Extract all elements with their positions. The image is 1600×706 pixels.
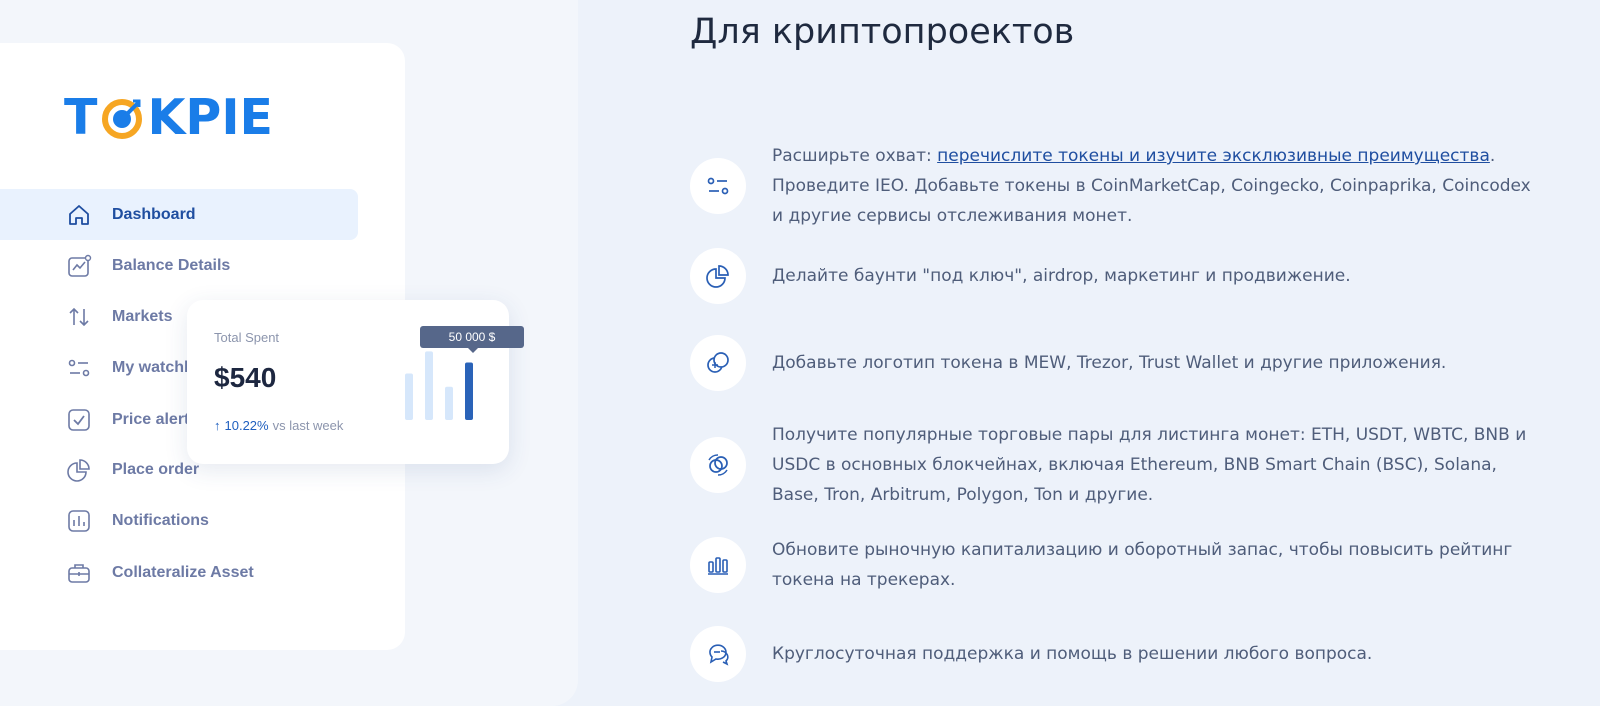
tokpie-logo[interactable]: T KPIE xyxy=(64,93,273,142)
logo-letters-kpie: KPIE xyxy=(147,89,274,146)
dashboard-mockup: T KPIE Dashboard Balance Details Markets xyxy=(0,0,578,706)
feature-text-prefix: Расширьте охват: xyxy=(772,146,938,166)
feature-item: Расширьте охват: перечислите токены и из… xyxy=(690,141,1570,231)
total-spent-value: $540 xyxy=(214,362,277,393)
feature-item: Добавьте логотип токена в MEW, Trezor, T… xyxy=(690,335,1570,391)
logo-target-icon xyxy=(99,95,145,141)
feature-text: Расширьте охват: перечислите токены и из… xyxy=(772,141,1542,231)
sidebar-item-label: Dashboard xyxy=(112,205,196,223)
chat-icon xyxy=(690,626,746,682)
feature-text: Круглосуточная поддержка и помощь в реше… xyxy=(772,644,1373,664)
mini-bar-chart xyxy=(405,351,473,420)
coins-icon xyxy=(690,335,746,391)
briefcase-icon xyxy=(66,560,92,586)
feature-text: Получите популярные торговые пары для ли… xyxy=(772,425,1527,505)
sidebar-item-label: Balance Details xyxy=(112,256,231,274)
feature-item: Обновите рыночную капитализацию и оборот… xyxy=(690,535,1570,595)
sliders-icon xyxy=(66,355,92,381)
sidebar-item-label: Markets xyxy=(112,307,173,325)
sidebar-item-label: Price alerts xyxy=(112,410,199,428)
logo-letter-t: T xyxy=(64,89,98,146)
sidebar-item-dashboard[interactable]: Dashboard xyxy=(0,189,358,240)
listing-benefits-link[interactable]: перечислите токены и изучите эксклюзивны… xyxy=(937,146,1490,166)
mini-chart-bar xyxy=(465,362,473,420)
page-title: Для криптопроектов xyxy=(690,12,1075,52)
change-percent: 10.22% xyxy=(224,418,269,433)
checkbox-icon xyxy=(66,407,92,433)
bar-tooltip: 50 000 $ xyxy=(420,326,524,353)
pie-icon xyxy=(66,457,92,483)
mini-chart-bar xyxy=(405,373,413,420)
total-spent-label: Total Spent xyxy=(214,330,280,345)
mini-chart-bar xyxy=(445,386,453,420)
weekly-change: ↑ 10.22% vs last week xyxy=(214,418,343,433)
sidebar-item-notifications[interactable]: Notifications xyxy=(0,495,358,546)
sidebar-item-balance-details[interactable]: Balance Details xyxy=(0,240,358,291)
exchange-icon xyxy=(690,437,746,493)
home-icon xyxy=(66,202,92,228)
feature-text: Добавьте логотип токена в MEW, Trezor, T… xyxy=(772,353,1447,373)
feature-item: Делайте баунти "под ключ", airdrop, марк… xyxy=(690,248,1570,304)
sidebar-item-label: Place order xyxy=(112,460,200,478)
arrows-up-down-icon xyxy=(66,304,92,330)
bar-chart-icon xyxy=(66,508,92,534)
sidebar-item-label: Collateralize Asset xyxy=(112,563,254,581)
change-suffix: vs last week xyxy=(272,418,344,433)
arrow-up-icon: ↑ xyxy=(214,418,221,433)
sliders-icon xyxy=(690,158,746,214)
feature-item: Получите популярные торговые пары для ли… xyxy=(690,420,1570,510)
sidebar-item-label: Notifications xyxy=(112,511,209,529)
feature-item: Круглосуточная поддержка и помощь в реше… xyxy=(690,626,1570,682)
chart-line-icon xyxy=(66,253,92,279)
pie-icon xyxy=(690,248,746,304)
feature-text: Делайте баунти "под ключ", airdrop, марк… xyxy=(772,266,1351,286)
sidebar-item-collateralize-asset[interactable]: Collateralize Asset xyxy=(0,547,358,598)
feature-text: Обновите рыночную капитализацию и оборот… xyxy=(772,540,1513,590)
mini-chart-bar xyxy=(425,351,433,420)
total-spent-card: Total Spent $540 ↑ 10.22% vs last week 5… xyxy=(187,300,524,464)
bar-chart-icon xyxy=(690,537,746,593)
